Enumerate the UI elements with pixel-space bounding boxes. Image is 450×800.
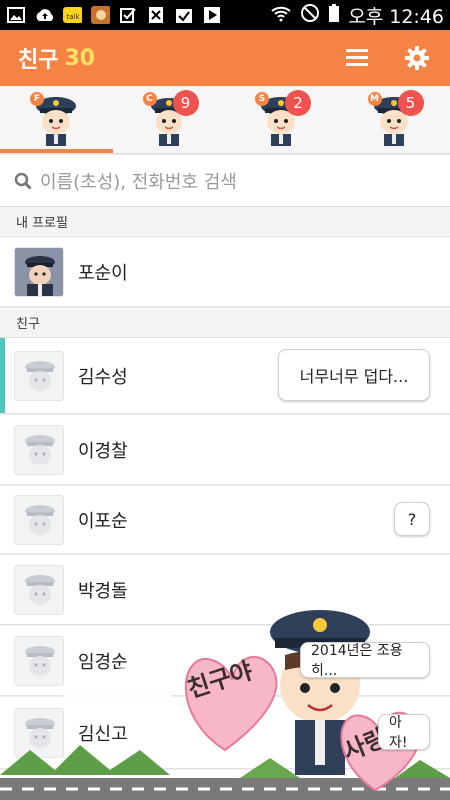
gear-icon — [405, 46, 429, 70]
status-message: ? — [394, 502, 430, 536]
status-bar: talk 오후 12:46 — [0, 0, 450, 30]
cloud-upload-icon — [34, 5, 54, 25]
my-profile-row[interactable]: 포순이 — [0, 237, 450, 307]
tab-letter: F — [30, 92, 44, 106]
profile-name: 포순이 — [78, 262, 128, 284]
default-avatar-icon — [14, 707, 64, 758]
avatar — [14, 246, 64, 297]
status-message: 2014년은 조용히... — [300, 642, 430, 679]
search-input[interactable]: 이름(초성), 전화번호 검색 — [40, 168, 237, 194]
tab-badge: 9 — [172, 90, 199, 116]
svg-text:talk: talk — [66, 13, 80, 21]
friend-name: 임경순 — [78, 651, 128, 673]
friend-name: 이포순 — [78, 510, 128, 532]
notification-icons: talk — [6, 5, 222, 25]
task-icon — [174, 5, 194, 25]
do-not-disturb-icon — [300, 3, 320, 28]
checkbox-icon — [118, 5, 138, 25]
wifi-icon — [270, 4, 292, 27]
friend-row[interactable]: 이경찰 — [0, 415, 450, 485]
status-message: 너무너무 덥다... — [278, 349, 430, 401]
default-avatar-icon — [14, 564, 64, 615]
sim-icon — [146, 5, 166, 25]
tab-more[interactable]: M 5 — [338, 86, 450, 153]
time: 12:46 — [389, 5, 444, 28]
default-avatar-icon — [14, 635, 64, 686]
friend-row[interactable]: 김수성 너무너무 덥다... — [0, 338, 450, 414]
tab-letter: M — [367, 92, 382, 106]
system-status: 오후 12:46 — [270, 2, 444, 29]
search-bar[interactable]: 이름(초성), 전화번호 검색 — [0, 155, 450, 207]
search-icon — [14, 172, 32, 190]
friend-name: 이경찰 — [78, 440, 128, 462]
friend-row[interactable]: 이포순 ? — [0, 486, 450, 554]
friend-name: 김수성 — [78, 366, 128, 388]
friend-name: 박선비 — [78, 792, 128, 800]
default-avatar-icon — [14, 350, 64, 401]
time-prefix: 오후 — [348, 5, 384, 28]
tab-badge: 5 — [397, 90, 424, 116]
page-title: 친구 — [18, 48, 59, 73]
talk-icon: talk — [62, 5, 82, 25]
clock: 오후 12:46 — [348, 2, 444, 29]
section-my-profile: 내 프로필 — [0, 207, 450, 237]
app-icon — [90, 5, 110, 25]
default-avatar-icon — [14, 494, 64, 545]
tab-friends[interactable]: F — [0, 86, 113, 153]
friend-row[interactable]: 박선비 — [0, 770, 450, 800]
friend-name: 박경돌 — [78, 580, 128, 602]
default-avatar-icon — [14, 424, 64, 475]
battery-icon — [328, 3, 340, 28]
selected-indicator — [0, 338, 5, 413]
friend-row[interactable]: 박경돌 — [0, 555, 450, 625]
menu-icon — [346, 49, 368, 66]
tab-bar: F C 9 S 2 M 5 — [0, 86, 450, 154]
tab-letter: S — [255, 92, 269, 106]
tab-letter: C — [142, 92, 157, 106]
image-icon — [6, 5, 26, 25]
friend-count: 30 — [64, 45, 96, 71]
tab-badge: 2 — [285, 90, 311, 116]
tab-search[interactable]: S 2 — [225, 86, 338, 153]
app-header: 친구 30 — [0, 30, 450, 86]
default-avatar-icon — [14, 779, 64, 800]
menu-button[interactable] — [342, 43, 372, 73]
tab-chats[interactable]: C 9 — [113, 86, 226, 153]
play-icon — [202, 5, 222, 25]
friend-name: 김신고 — [78, 723, 128, 745]
section-friends: 친구 — [0, 308, 450, 338]
status-message: 아자! — [378, 714, 430, 751]
settings-button[interactable] — [402, 43, 432, 73]
